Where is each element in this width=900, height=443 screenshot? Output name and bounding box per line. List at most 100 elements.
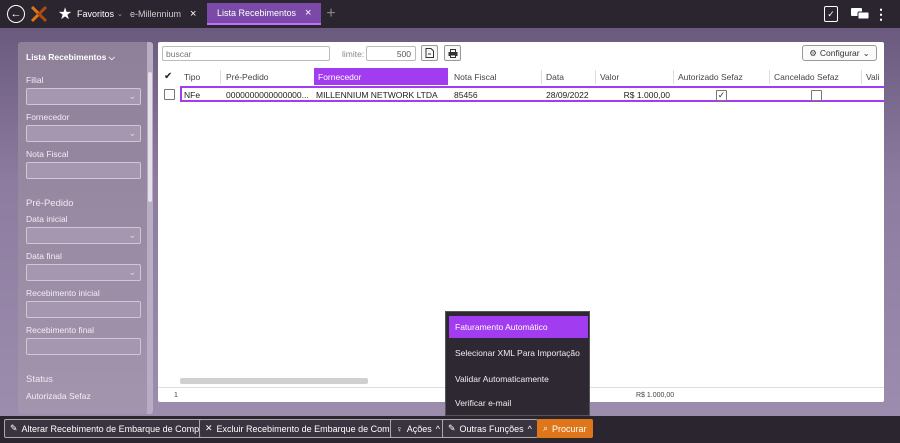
tab-label: e-Millennium: [130, 9, 182, 19]
back-icon[interactable]: ←: [7, 5, 25, 23]
cell-pre-pedido: 0000000000000000...: [226, 90, 309, 100]
edit-icon: ✎: [448, 423, 456, 433]
recebimento-inicial-label: Recebimento inicial: [26, 288, 100, 298]
chevron-down-icon: ⌄: [128, 267, 136, 277]
row-checkbox[interactable]: [164, 89, 175, 100]
recebimento-final-input[interactable]: [26, 338, 141, 355]
favoritos-menu[interactable]: Favoritos ⌄: [77, 3, 123, 25]
file-export-icon: [425, 48, 434, 58]
col-header-pre-pedido[interactable]: Pré-Pedido: [222, 68, 312, 85]
col-separator: [220, 70, 221, 84]
nota-fiscal-input[interactable]: [26, 162, 141, 179]
col-header-vali[interactable]: Vali: [862, 68, 884, 85]
tab-lista-recebimentos[interactable]: Lista Recebimentos ×: [207, 3, 322, 25]
filial-select[interactable]: ⌄: [26, 88, 141, 105]
sidebar-title-label: Lista Recebimentos: [26, 52, 107, 62]
configurar-label: Configurar: [819, 48, 860, 58]
filter-sidebar: Lista Recebimentos ⌵ Filial ⌄ Fornecedor…: [18, 42, 153, 414]
procurar-button[interactable]: ⌕ Procurar: [537, 419, 593, 438]
recebimento-final-label: Recebimento final: [26, 325, 95, 335]
excluir-label: Excluir Recebimento de Embarque de Compr…: [216, 423, 403, 434]
col-header-cancelado-sefaz[interactable]: Cancelado Sefaz: [770, 68, 864, 85]
chevron-down-icon: ⌵: [108, 53, 115, 62]
search-input[interactable]: [162, 46, 330, 61]
fornecedor-select[interactable]: ⌄: [26, 125, 141, 142]
alterar-recebimento-button[interactable]: ✎ Alterar Recebimento de Embarque de Com…: [4, 419, 214, 438]
limite-label: limite:: [342, 49, 365, 59]
cell-valor: R$ 1.000,00: [623, 90, 670, 100]
action-bar: ✎ Alterar Recebimento de Embarque de Com…: [0, 416, 900, 443]
procurar-label: Procurar: [552, 423, 587, 434]
col-header-autorizado-sefaz[interactable]: Autorizado Sefaz: [674, 68, 768, 85]
col-header-nota-fiscal[interactable]: Nota Fiscal: [450, 68, 540, 85]
limite-input[interactable]: [366, 46, 416, 61]
col-header-valor[interactable]: Valor: [596, 68, 672, 85]
excluir-recebimento-button[interactable]: ✕ Excluir Recebimento de Embarque de Com…: [199, 419, 409, 438]
chevron-down-icon: ⌄: [862, 47, 870, 58]
chevron-up-icon: ^: [527, 423, 532, 434]
acoes-label: Ações: [406, 423, 432, 434]
horizontal-scrollbar[interactable]: [180, 378, 368, 384]
cell-nota-fiscal: 85456: [454, 90, 478, 100]
nota-fiscal-label: Nota Fiscal: [26, 149, 69, 159]
logo-icon: [30, 4, 48, 24]
menu-item-validar-automaticamente[interactable]: Validar Automaticamente: [449, 368, 588, 390]
scrollbar-thumb[interactable]: [148, 72, 152, 202]
sidebar-title[interactable]: Lista Recebimentos ⌵: [26, 52, 115, 63]
configurar-button[interactable]: ⚙ Configurar ⌄: [802, 45, 877, 61]
cell-fornecedor: MILLENNIUM NETWORK LTDA: [316, 90, 438, 100]
cell-tipo: NFe: [184, 90, 201, 100]
favoritos-label: Favoritos: [77, 9, 115, 19]
tab-e-millennium[interactable]: e-Millennium ×: [130, 3, 196, 25]
cancelado-sefaz-checkbox: [811, 90, 822, 101]
pre-pedido-section: Pré-Pedido: [26, 198, 74, 209]
cell-data: 28/09/2022: [546, 90, 589, 100]
autorizado-sefaz-checkbox: ✓: [716, 90, 727, 101]
chat-icon[interactable]: [850, 7, 870, 21]
outras-funcoes-menu: Faturamento Automático Selecionar XML Pa…: [445, 311, 590, 416]
grid-toolbar: limite: ⚙ Configurar ⌄: [158, 42, 884, 66]
autorizada-sefaz-label: Autorizada Sefaz: [26, 391, 91, 401]
alterar-label: Alterar Recebimento de Embarque de Compr…: [21, 423, 208, 434]
add-tab-icon[interactable]: +: [323, 5, 339, 23]
print-icon: [448, 48, 457, 58]
acoes-button[interactable]: ♀ Ações ^: [390, 419, 446, 438]
gear-icon: ⚙: [809, 47, 817, 58]
export-button[interactable]: [421, 45, 438, 61]
top-bar: ← ★ Favoritos ⌄ e-Millennium × Lista Rec…: [0, 0, 900, 28]
close-icon[interactable]: ×: [305, 7, 311, 19]
data-final-label: Data final: [26, 251, 62, 261]
data-final-select[interactable]: ⌄: [26, 264, 141, 281]
clipboard-check-icon[interactable]: ✓: [824, 6, 838, 22]
chevron-down-icon: ⌄: [128, 128, 136, 138]
print-button[interactable]: [444, 45, 461, 61]
footer-total: R$ 1.000,00: [636, 392, 675, 399]
star-icon[interactable]: ★: [56, 5, 74, 23]
close-icon: ✕: [205, 423, 213, 433]
outras-label: Outras Funções: [459, 423, 524, 434]
menu-item-verificar-email[interactable]: Verificar e-mail: [449, 392, 588, 414]
col-header-data[interactable]: Data: [542, 68, 594, 85]
lightbulb-icon: ♀: [396, 423, 403, 434]
menu-item-selecionar-xml[interactable]: Selecionar XML Para Importação: [449, 342, 588, 364]
fornecedor-label: Fornecedor: [26, 112, 70, 122]
col-header-fornecedor[interactable]: Fornecedor: [314, 68, 448, 85]
more-vertical-icon[interactable]: ⋮: [874, 5, 888, 23]
chevron-down-icon: ⌄: [117, 11, 123, 18]
footer-count: 1: [174, 392, 178, 399]
chevron-down-icon: ⌄: [128, 91, 136, 101]
close-icon[interactable]: ×: [190, 8, 196, 20]
data-inicial-select[interactable]: ⌄: [26, 227, 141, 244]
chevron-down-icon: ⌄: [128, 230, 136, 240]
search-icon: ⌕: [543, 423, 549, 433]
status-section: Status: [26, 374, 53, 385]
recebimento-inicial-input[interactable]: [26, 301, 141, 318]
outras-funcoes-button[interactable]: ✎ Outras Funções ^: [442, 419, 538, 438]
data-inicial-label: Data inicial: [26, 214, 68, 224]
col-header-tipo[interactable]: Tipo: [180, 68, 220, 85]
filial-label: Filial: [26, 75, 44, 85]
chevron-up-icon: ^: [435, 423, 440, 434]
sidebar-scrollbar[interactable]: [147, 42, 153, 414]
menu-item-faturamento-automatico[interactable]: Faturamento Automático: [449, 316, 588, 338]
select-all-check[interactable]: ✔: [160, 68, 178, 85]
